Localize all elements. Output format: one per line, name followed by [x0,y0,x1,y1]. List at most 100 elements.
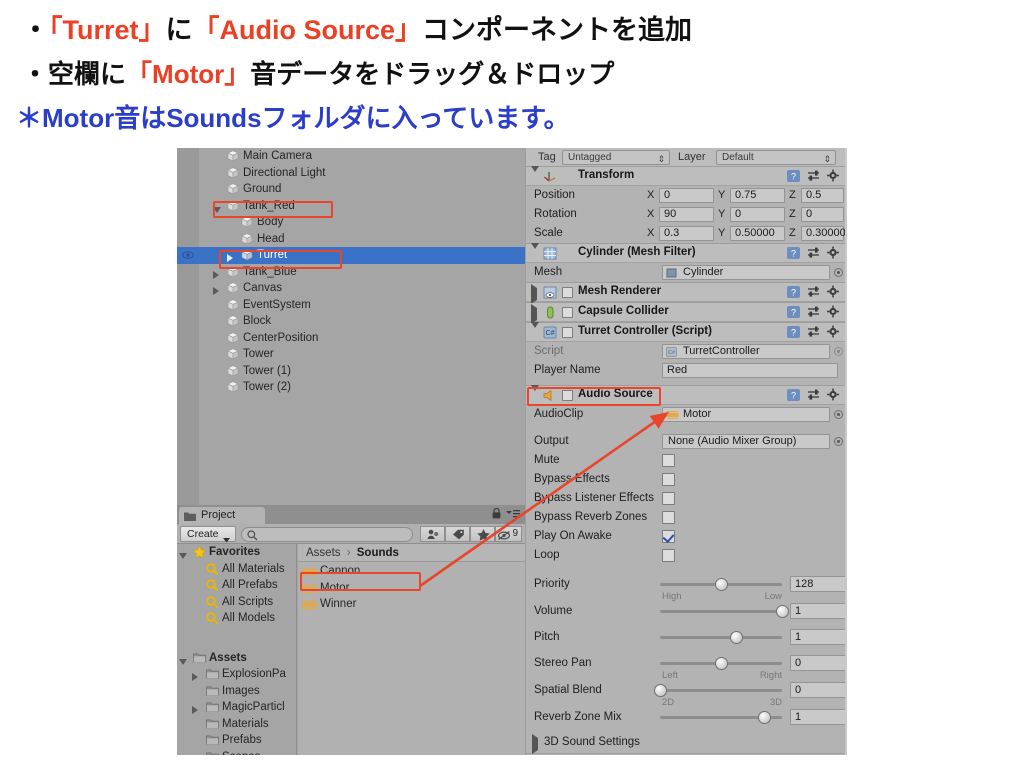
chevron-down-icon[interactable] [531,166,539,184]
audioclip-objectfield[interactable]: Motor [662,407,830,422]
project-tree-all-prefabs[interactable]: All Prefabs [177,577,296,594]
audio-bypass-reverb-zones-checkbox[interactable] [662,511,675,524]
preset-icon[interactable] [806,246,821,260]
chevron-right-icon[interactable] [192,703,201,714]
chevron-right-icon[interactable] [192,670,201,681]
audio-source-header[interactable]: Audio Source ? [526,385,845,405]
transform-position-y-input[interactable]: 0.75 [730,188,785,203]
audio-stereo-pan-slider-knob[interactable] [714,657,728,670]
transform-scale-y-input[interactable]: 0.50000 [730,226,785,241]
transform-rotation-y-input[interactable]: 0 [730,207,785,222]
hidden-items-counter[interactable]: 9 [495,526,522,542]
transform-rotation-z-input[interactable]: 0 [801,207,844,222]
hierarchy-item-head[interactable]: Head [177,231,525,248]
audio-mute-checkbox[interactable] [662,454,675,467]
chevron-down-icon[interactable] [179,548,188,559]
project-tree-materials[interactable]: Materials [177,716,296,733]
mesh-renderer-enabled-checkbox[interactable] [562,287,573,298]
hierarchy-item-body[interactable]: Body [177,214,525,231]
transform-scale-z-input[interactable]: 0.30000 [801,226,845,241]
hierarchy-item-centerposition[interactable]: CenterPosition [177,330,525,347]
gear-icon[interactable] [826,169,841,183]
gear-icon[interactable] [826,285,841,299]
preset-icon[interactable] [806,388,821,402]
mesh-renderer-header[interactable]: Mesh Renderer ? [526,283,845,304]
chevron-down-icon[interactable] [179,654,188,665]
create-button[interactable]: Create [180,526,236,543]
audio-priority-slider-knob[interactable] [714,578,728,591]
lock-icon[interactable] [492,507,501,519]
project-tree-assets[interactable]: Assets [177,650,296,667]
chevron-down-icon[interactable] [531,243,539,261]
chevron-right-icon[interactable] [531,304,537,324]
project-tree-all-materials[interactable]: All Materials [177,561,296,578]
audio-volume-slider-track[interactable] [660,610,782,613]
hierarchy-item-block[interactable]: Block [177,313,525,330]
transform-scale-x-input[interactable]: 0.3 [659,226,714,241]
player-name-input[interactable]: Red [662,363,838,378]
visibility-eye-icon[interactable] [182,249,194,261]
transform-rotation-x-input[interactable]: 90 [659,207,714,222]
gear-icon[interactable] [826,246,841,260]
hierarchy-item-turret[interactable]: Turret [177,247,525,264]
audio-source-enabled-checkbox[interactable] [562,390,573,401]
mesh-picker-icon[interactable] [834,268,843,277]
hierarchy-item-eventsystem[interactable]: EventSystem [177,297,525,314]
layer-dropdown[interactable]: Default ⇕ [716,150,836,165]
tab-project[interactable]: Project [179,507,265,524]
hierarchy-item-tank-blue[interactable]: Tank_Blue [177,264,525,281]
tag-dropdown[interactable]: Untagged ⇕ [562,150,670,165]
preset-icon[interactable] [806,325,821,339]
hierarchy-item-main-camera[interactable]: Main Camera [177,148,525,165]
chevron-right-icon[interactable] [213,268,222,279]
project-tree-prefabs[interactable]: Prefabs [177,732,296,749]
help-icon[interactable]: ? [786,388,801,402]
chevron-right-icon[interactable] [192,753,201,756]
hierarchy-item-canvas[interactable]: Canvas [177,280,525,297]
turret-controller-enabled-checkbox[interactable] [562,327,573,338]
filter-by-label-button[interactable] [445,526,470,542]
audio-stereo-pan-value-input[interactable]: 0 [790,655,845,671]
project-tree-all-models[interactable]: All Models [177,610,296,627]
audioclip-picker-icon[interactable] [834,410,843,419]
audio-volume-slider-knob[interactable] [775,605,789,618]
preset-icon[interactable] [806,285,821,299]
filter-by-type-button[interactable] [420,526,445,542]
chevron-down-icon[interactable] [213,202,222,213]
help-icon[interactable]: ? [786,285,801,299]
project-tree-favorites[interactable]: Favorites [177,544,296,561]
asset-item-cannon[interactable]: Cannon [298,563,525,580]
audio-reverb-zone-mix-value-input[interactable]: 1 [790,709,845,725]
help-icon[interactable]: ? [786,305,801,319]
chevron-right-icon[interactable] [213,284,222,295]
audio-bypass-listener-effects-checkbox[interactable] [662,492,675,505]
chevron-right-icon[interactable] [227,251,236,262]
transform-position-x-input[interactable]: 0 [659,188,714,203]
audio-spatial-blend-slider-track[interactable] [660,689,782,692]
help-icon[interactable]: ? [786,246,801,260]
transform-position-z-input[interactable]: 0.5 [801,188,844,203]
hierarchy-item-tank-red[interactable]: Tank_Red [177,198,525,215]
favorite-star-button[interactable] [470,526,495,542]
gear-icon[interactable] [826,325,841,339]
gear-icon[interactable] [826,388,841,402]
hierarchy-item-tower-1[interactable]: Tower (1) [177,363,525,380]
asset-item-winner[interactable]: Winner [298,596,525,613]
hierarchy-item-directional-light[interactable]: Directional Light [177,165,525,182]
capsule-collider-header[interactable]: Capsule Collider ? [526,303,845,324]
output-objectfield[interactable]: None (Audio Mixer Group) [662,434,830,449]
hierarchy-item-ground[interactable]: Ground [177,181,525,198]
panel-menu-icon[interactable] [506,509,520,519]
search-input[interactable] [241,527,413,542]
chevron-down-icon[interactable] [531,385,539,403]
3d-sound-settings-foldout[interactable]: 3D Sound Settings [526,733,845,754]
chevron-down-icon[interactable] [531,322,539,340]
audio-reverb-zone-mix-slider-knob[interactable] [758,711,772,724]
audio-loop-checkbox[interactable] [662,549,675,562]
audio-pitch-slider-track[interactable] [660,636,782,639]
audio-spatial-blend-slider-knob[interactable] [653,684,667,697]
audio-spatial-blend-value-input[interactable]: 0 [790,682,845,698]
breadcrumb-root[interactable]: Assets [306,547,341,559]
turret-controller-header[interactable]: C# Turret Controller (Script) ? [526,322,845,342]
audio-volume-value-input[interactable]: 1 [790,603,845,619]
